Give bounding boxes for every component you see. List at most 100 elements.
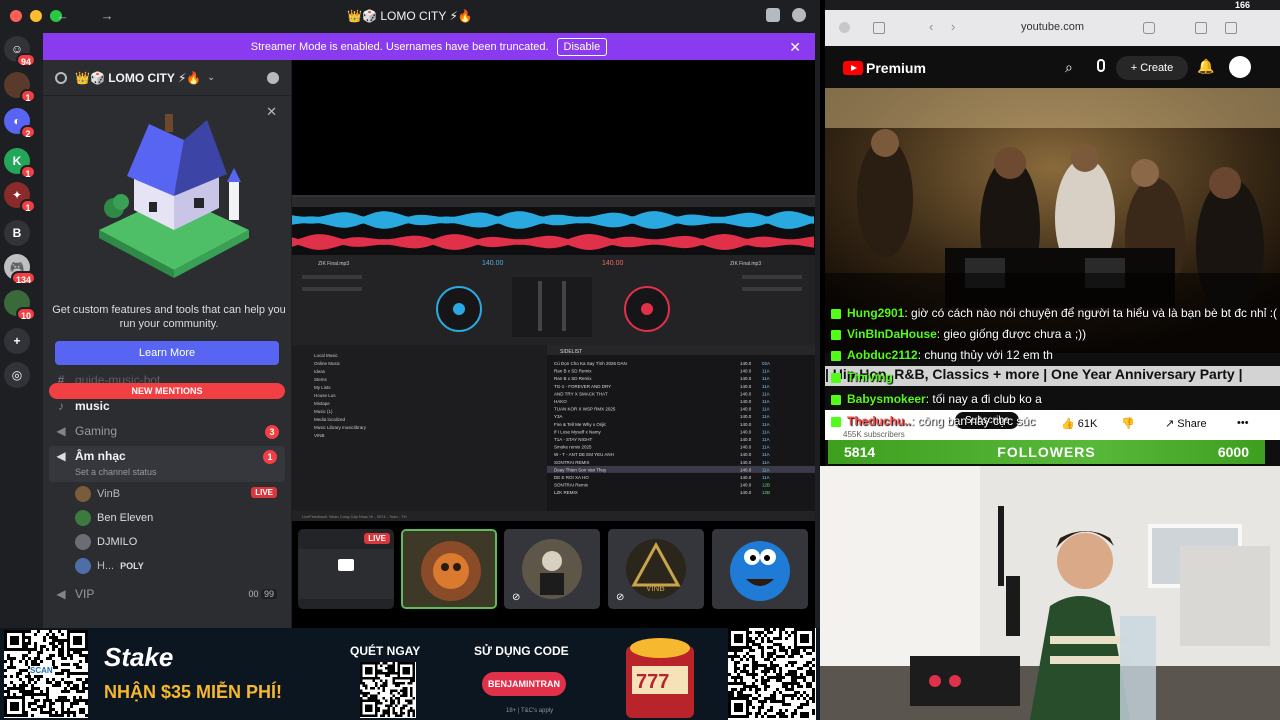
track-bpm[interactable]: 140.0 <box>740 460 752 465</box>
voice-user-h[interactable]: H... POLY <box>75 558 144 574</box>
track-bpm[interactable]: 140.0 <box>740 467 752 472</box>
track-key[interactable]: 11A <box>762 429 770 434</box>
share-button[interactable]: ↗ Share <box>1165 417 1207 430</box>
track-title[interactable]: W - T - ANT DE EM YEU ANH <box>554 452 614 457</box>
inbox-icon[interactable] <box>766 8 780 22</box>
stream-thumb-screen[interactable]: LIVE <box>298 529 394 609</box>
track-key[interactable]: 11A <box>762 467 770 472</box>
track-title[interactable]: DE E ROI XA HO <box>554 475 589 480</box>
track-key[interactable]: 11A <box>762 407 770 412</box>
dj-folder-item[interactable]: Mixtape <box>314 401 330 406</box>
server-icon[interactable]: 🎮 134 <box>4 254 36 285</box>
track-bpm[interactable]: 140.0 <box>740 376 752 381</box>
new-mentions-pill[interactable]: NEW MENTIONS <box>49 383 285 399</box>
stream-thumb-vinb[interactable]: VINB ⊘ <box>608 529 704 609</box>
track-title[interactable]: Ran B x SD Remix <box>554 376 592 381</box>
track-bpm[interactable]: 140.0 <box>740 437 752 442</box>
dj-folder-item[interactable]: Local Music <box>314 353 339 358</box>
channel-gaming[interactable]: ◀ Gaming <box>55 424 279 438</box>
track-title[interactable]: Y3A <box>554 414 563 419</box>
voice-user-ben-eleven[interactable]: Ben Eleven <box>75 510 153 526</box>
track-bpm[interactable]: 140.0 <box>740 369 752 374</box>
track-bpm[interactable]: 140.0 <box>740 422 752 427</box>
close-icon[interactable]: ✕ <box>266 104 277 120</box>
dj-folder-item[interactable]: Online Music <box>314 361 341 366</box>
learn-more-button[interactable]: Learn More <box>55 341 279 365</box>
server-header[interactable]: 👑🎲 LOMO CITY ⚡🔥 ⌄ <box>43 60 291 96</box>
server-icon[interactable]: ✦ 1 <box>4 182 36 213</box>
track-title[interactable]: HAKO <box>554 399 567 404</box>
dj-folder-item[interactable]: Music Library musiclibrary <box>314 425 367 430</box>
stream-thumb-avatar-selected[interactable] <box>401 529 497 609</box>
server-icon[interactable]: ☺ 94 <box>4 36 36 67</box>
more-actions-icon[interactable]: ••• <box>1237 417 1249 429</box>
track-bpm[interactable]: 140.0 <box>740 384 752 389</box>
stream-thumb-user[interactable]: ⊘ <box>504 529 600 609</box>
share-icon[interactable] <box>1195 22 1207 34</box>
track-title[interactable]: TG-1 - FOREVER AND DRY <box>554 384 611 389</box>
track-title[interactable]: AND TRY X SMACK THAT <box>554 391 608 396</box>
server-icon[interactable]: 10 <box>4 290 36 321</box>
track-key[interactable]: 11A <box>762 391 770 396</box>
track-bpm[interactable]: 140.0 <box>740 429 752 434</box>
track-key[interactable]: 11A <box>762 384 770 389</box>
like-button[interactable]: 👍 61K <box>1061 417 1097 430</box>
track-bpm[interactable]: 140.0 <box>740 361 752 366</box>
dj-folder-item[interactable]: Media localized <box>314 417 346 422</box>
voice-channel-am-nhac[interactable]: ◀ Âm nhạc Set a channel status 1 <box>49 446 285 482</box>
track-key[interactable]: 12B <box>762 490 770 495</box>
track-title[interactable]: LZK REMIX <box>554 490 578 495</box>
track-key[interactable]: 11A <box>762 445 770 450</box>
track-title[interactable]: TUAN KOR X WSP RMX 2025 <box>554 407 616 412</box>
track-title[interactable]: Cú Dọn Cho Ka Say Tình 2026 DAN <box>554 361 627 366</box>
track-key[interactable]: 11A <box>762 437 770 442</box>
stream-thumb-cookie[interactable] <box>712 529 808 609</box>
track-bpm[interactable]: 140.0 <box>740 475 752 480</box>
track-bpm[interactable]: 140.0 <box>740 391 752 396</box>
help-icon[interactable] <box>792 8 806 22</box>
track-title[interactable]: Deay Thien Son Van Thuy <box>554 467 607 472</box>
channel-music[interactable]: ♪ music <box>55 399 110 413</box>
channel-status-placeholder[interactable]: Set a channel status <box>75 467 157 477</box>
dj-folder-item[interactable]: House Lus <box>314 393 336 398</box>
translate-icon[interactable] <box>1143 22 1155 34</box>
dj-folder-item[interactable]: My Lists <box>314 385 331 390</box>
voice-user-djmilo[interactable]: DJMILO <box>75 534 137 550</box>
account-avatar[interactable] <box>1229 56 1251 78</box>
voice-user-vinb[interactable]: VinB <box>75 486 120 502</box>
track-title[interactable]: SONTRAI REMIX <box>554 460 590 465</box>
new-tab-icon[interactable] <box>1225 22 1237 34</box>
track-bpm[interactable]: 140.0 <box>740 445 752 450</box>
channel-vip[interactable]: ◀ VIP <box>55 587 94 601</box>
invite-people-icon[interactable] <box>267 72 279 84</box>
track-bpm[interactable]: 140.0 <box>740 407 752 412</box>
create-button[interactable]: + Create <box>1116 56 1188 80</box>
track-bpm[interactable]: 140.0 <box>740 483 752 488</box>
track-title[interactable]: T1A - STAY NIGHT <box>554 437 593 442</box>
dj-folder-item[interactable]: Stems <box>314 377 328 382</box>
address-bar[interactable]: youtube.com <box>825 21 1280 33</box>
youtube-logo[interactable]: Premium <box>843 60 926 76</box>
dj-folder-item[interactable]: Ideas <box>314 369 326 374</box>
track-bpm[interactable]: 140.0 <box>740 414 752 419</box>
track-key[interactable]: 11A <box>762 475 770 480</box>
search-icon[interactable]: ⌕ <box>1065 59 1073 76</box>
dj-folder-item[interactable]: Music (1) <box>314 409 333 414</box>
notification-bell-icon[interactable]: 🔔 <box>1197 58 1214 75</box>
track-bpm[interactable]: 140.0 <box>740 452 752 457</box>
track-key[interactable]: 11A <box>762 399 770 404</box>
close-icon[interactable]: ✕ <box>789 39 801 56</box>
track-key[interactable]: 02A <box>762 361 770 366</box>
track-title[interactable]: Fire & Tell Me Why x Orijit <box>554 422 606 427</box>
mic-icon[interactable] <box>1097 59 1105 72</box>
server-icon[interactable]: K1 <box>4 148 36 179</box>
track-title[interactable]: SONTRAI Remix <box>554 483 589 488</box>
server-icon[interactable]: ◐ 2 <box>4 108 36 139</box>
track-key[interactable]: 11A <box>762 376 770 381</box>
server-icon[interactable]: + <box>4 328 30 354</box>
server-icon[interactable]: B <box>4 220 30 246</box>
track-key[interactable]: 12B <box>762 483 770 488</box>
disable-streamer-mode-button[interactable]: Disable <box>556 37 608 56</box>
track-key[interactable]: 11A <box>762 369 770 374</box>
track-key[interactable]: 11A <box>762 422 770 427</box>
